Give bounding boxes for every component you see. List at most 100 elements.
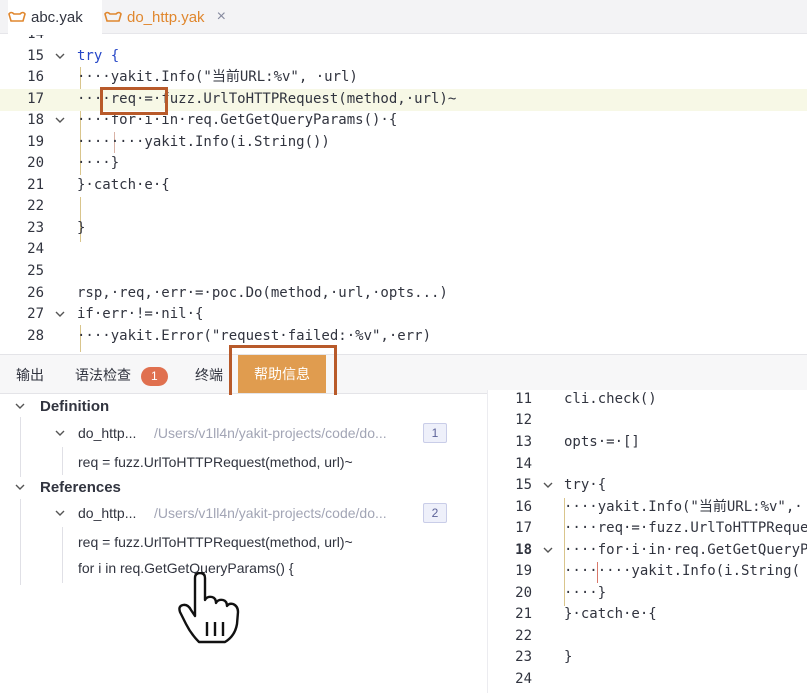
line-number: 21 [515, 606, 532, 622]
code-line: 20 ····} [488, 583, 807, 605]
code-text: ····} [564, 585, 607, 601]
close-icon[interactable]: × [217, 8, 226, 26]
references-file[interactable]: do_http... [78, 505, 136, 521]
yak-file-icon [8, 10, 26, 24]
definition-count: 1 [423, 423, 447, 443]
fold-chevron-icon[interactable] [55, 115, 65, 125]
code-text: try { [77, 48, 120, 64]
code-line: 14 [488, 454, 807, 476]
code-text: ····yakit.Info("当前URL:%v",· [564, 499, 803, 515]
code-line: 26 rsp,·req,·err·=·poc.Do(method,·url,·o… [0, 283, 807, 305]
chevron-down-icon[interactable] [15, 401, 25, 411]
code-text: } [77, 220, 86, 236]
line-number: 19 [515, 563, 532, 579]
code-line: 16 ····yakit.Info("当前URL:%v",· [488, 497, 807, 519]
preview-editor[interactable]: 11 cli.check() 12 13 opts·=·[] 14 15 try·{… [487, 390, 807, 693]
tab-terminal[interactable]: 终端 [195, 365, 223, 385]
line-number: 23 [515, 649, 532, 665]
line-number: 13 [515, 434, 532, 450]
line-number: 23 [27, 220, 44, 236]
code-line: 19 ········yakit.Info(i.String( [488, 561, 807, 583]
line-number: 15 [27, 48, 44, 64]
tree-line [62, 527, 63, 583]
line-number: 24 [27, 241, 44, 257]
line-number: 11 [515, 391, 532, 407]
line-number: 18 [515, 542, 532, 558]
code-text: ····req·=·fuzz.UrlToHTTPReque [564, 520, 807, 536]
tree-line [20, 417, 21, 477]
code-line: 24 [488, 669, 807, 691]
tab-label: do_http.yak [127, 8, 205, 26]
code-line: 12 [488, 410, 807, 432]
code-text: cli.check() [564, 391, 657, 407]
fold-chevron-icon[interactable] [543, 545, 553, 555]
highlight-box [100, 87, 168, 115]
code-text: rsp,·req,·err·=·poc.Do(method,·url,·opts… [77, 285, 448, 301]
line-number: 12 [515, 412, 532, 428]
fold-chevron-icon[interactable] [55, 51, 65, 61]
line-number: 26 [27, 285, 44, 301]
code-line: 23 } [0, 218, 807, 240]
line-number: 24 [515, 671, 532, 687]
code-line: 19 ········yakit.Info(i.String()) [0, 132, 807, 154]
definition-file[interactable]: do_http... [78, 425, 136, 441]
code-line: 15 try·{ [488, 475, 807, 497]
line-number: 27 [27, 306, 44, 322]
line-number: 17 [515, 520, 532, 536]
code-text: ········yakit.Info(i.String( [564, 563, 801, 579]
code-line: 24 [0, 239, 807, 261]
code-line: 14 [0, 35, 807, 46]
code-line: 18 ····for·i·in·req.GetGetQueryP [488, 540, 807, 562]
reference-line[interactable]: req = fuzz.UrlToHTTPRequest(method, url)… [78, 534, 353, 550]
code-line: 11 cli.check() [488, 390, 807, 411]
line-number: 18 [27, 112, 44, 128]
code-text: ····for·i·in·req.GetGetQueryP [564, 542, 807, 558]
editor-tab-bar: abc.yak do_http.yak × [0, 0, 807, 34]
references-panel: Definition do_http... /Users/v1ll4n/yaki… [0, 395, 487, 693]
code-text: } [564, 649, 573, 665]
tab-abc-yak[interactable]: abc.yak [8, 0, 102, 34]
line-number: 21 [27, 177, 44, 193]
code-line: 22 [0, 196, 807, 218]
line-number: 20 [515, 585, 532, 601]
code-text: try·{ [564, 477, 607, 493]
code-line: 20 ····} [0, 153, 807, 175]
code-line: 23} [488, 647, 807, 669]
code-line: 28 ····yakit.Error("request·failed:·%v",… [0, 326, 807, 348]
bottom-panel-tabs: 输出 语法检查 1 终端 [0, 354, 807, 394]
tab-syntax-check[interactable]: 语法检查 1 [75, 365, 168, 386]
code-text: if·err·!=·nil·{ [77, 306, 204, 322]
definition-heading[interactable]: Definition [40, 398, 109, 415]
tab-do-http-yak[interactable]: do_http.yak × [104, 0, 254, 34]
fold-chevron-icon[interactable] [55, 309, 65, 319]
code-line: 25 [0, 261, 807, 283]
code-line: 16 ····yakit.Info("当前URL:%v", ·url) [0, 67, 807, 89]
line-number: 16 [27, 69, 44, 85]
line-number: 17 [27, 91, 44, 107]
code-line: 21 }·catch·e·{ [0, 175, 807, 197]
code-line: 22 [488, 626, 807, 648]
line-number: 22 [27, 198, 44, 214]
highlight-box [229, 345, 337, 401]
error-count-badge: 1 [140, 367, 168, 386]
yak-file-icon [104, 10, 122, 24]
chevron-down-icon[interactable] [15, 482, 25, 492]
code-text: ········yakit.Info(i.String()) [77, 134, 330, 150]
code-editor[interactable]: 14 15 try { 16 ····yakit.Info("当前URL:%v"… [0, 35, 807, 352]
hand-pointer-cursor-icon [178, 572, 240, 644]
line-number: 22 [515, 628, 532, 644]
chevron-down-icon[interactable] [55, 508, 65, 518]
tree-line [62, 447, 63, 475]
line-number: 14 [0, 35, 44, 46]
references-heading[interactable]: References [40, 479, 121, 496]
code-text: ····} [77, 155, 120, 171]
line-number: 14 [515, 456, 532, 472]
code-line: 17 ····req·=·fuzz.UrlToHTTPReque [488, 518, 807, 540]
chevron-down-icon[interactable] [55, 428, 65, 438]
fold-chevron-icon[interactable] [543, 480, 553, 490]
references-count: 2 [423, 503, 447, 523]
definition-path: /Users/v1ll4n/yakit-projects/code/do... [154, 425, 387, 441]
definition-line[interactable]: req = fuzz.UrlToHTTPRequest(method, url)… [78, 454, 353, 470]
code-text: }·catch·e·{ [564, 606, 657, 622]
tab-output[interactable]: 输出 [16, 365, 44, 385]
